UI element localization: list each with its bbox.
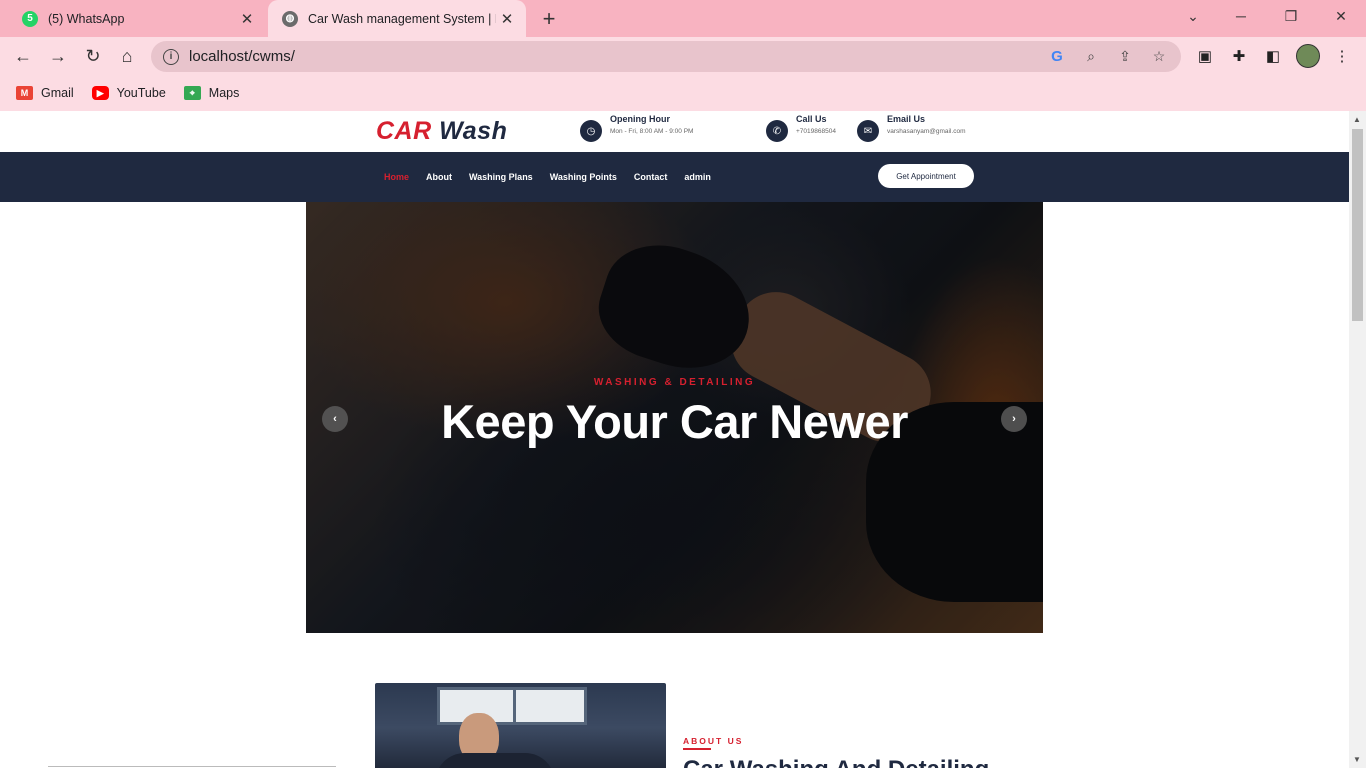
divider [48, 766, 336, 767]
logo-car: CAR [376, 117, 432, 145]
menu-icon[interactable]: ⋮ [1331, 45, 1353, 67]
info-icon[interactable]: i [163, 48, 179, 65]
hero-subtitle: WASHING & DETAILING [593, 377, 756, 388]
reload-button[interactable]: ↻ [79, 42, 107, 70]
page-viewport: CAR Wash ◷ Opening Hour Mon - Fri, 8:00 … [0, 111, 1349, 768]
share-icon[interactable]: ⇪ [1113, 45, 1137, 69]
hero-carousel: WASHING & DETAILING Keep Your Car Newer … [306, 202, 1043, 633]
youtube-icon: ▶ [91, 86, 109, 100]
bookmark-label: Maps [208, 86, 240, 100]
bookmark-gmail[interactable]: M Gmail [16, 86, 74, 100]
clock-icon: ◷ [580, 120, 602, 142]
site-logo[interactable]: CAR Wash [376, 117, 507, 146]
about-label-underline [683, 748, 711, 750]
browser-toolbar: ← → ↻ ⌂ i localhost/cwms/ G ⌕ ⇪ ☆ ▣ ✚ ◧ … [0, 37, 1366, 75]
url-text: localhost/cwms/ [189, 48, 295, 65]
window-close-button[interactable]: ✕ [1318, 0, 1364, 32]
about-photo-window-frame [513, 687, 516, 725]
call-us: ✆ Call Us +7019868504 [766, 112, 836, 142]
nav-about[interactable]: About [426, 172, 452, 182]
google-lens-icon[interactable]: G [1045, 45, 1069, 69]
info-title: Email Us [887, 114, 926, 124]
logo-wash: Wash [439, 117, 508, 145]
opening-hour: ◷ Opening Hour Mon - Fri, 8:00 AM - 9:00… [580, 112, 696, 142]
about-photo-window [437, 687, 587, 725]
home-button[interactable]: ⌂ [113, 42, 141, 70]
close-icon[interactable]: ✕ [496, 8, 518, 30]
new-tab-button[interactable]: + [536, 6, 562, 32]
hero-title: Keep Your Car Newer [441, 395, 908, 448]
carousel-next-button[interactable]: › [1001, 406, 1027, 432]
maps-icon: ⌖ [183, 86, 201, 100]
phone-icon: ✆ [766, 120, 788, 142]
scroll-thumb[interactable] [1352, 129, 1363, 321]
about-section-label: ABOUT US [683, 736, 744, 746]
about-photo-body [435, 753, 555, 768]
tab-search-icon[interactable]: ⌄ [1170, 0, 1216, 32]
restore-button[interactable]: ❐ [1268, 0, 1314, 32]
about-section-title: Car Washing And Detailing [683, 756, 989, 768]
bookmark-star-icon[interactable]: ☆ [1147, 45, 1171, 69]
info-title: Call Us [796, 114, 827, 124]
extension-icon[interactable]: ▣ [1194, 45, 1216, 67]
back-button[interactable]: ← [9, 42, 37, 70]
carousel-prev-button[interactable]: ‹ [322, 406, 348, 432]
nav-home[interactable]: Home [384, 172, 409, 182]
zoom-icon[interactable]: ⌕ [1079, 45, 1103, 69]
tab-strip: 5 (5) WhatsApp ✕ ◍ Car Wash management S… [0, 0, 1366, 37]
bookmark-youtube[interactable]: ▶ YouTube [91, 86, 166, 100]
info-sub: +7019868504 [796, 128, 836, 135]
globe-icon: ◍ [282, 10, 298, 27]
info-title: Opening Hour [610, 114, 670, 124]
page-scrollbar[interactable]: ▲ ▼ [1349, 111, 1366, 768]
nav-contact[interactable]: Contact [634, 172, 668, 182]
side-panel-icon[interactable]: ◧ [1262, 45, 1284, 67]
envelope-icon: ✉ [857, 120, 879, 142]
minimize-button[interactable]: ─ [1218, 0, 1264, 32]
email-us: ✉ Email Us varshasanyam@gmail.com [857, 112, 966, 142]
nav-links: Home About Washing Plans Washing Points … [384, 152, 728, 202]
main-navbar: Home About Washing Plans Washing Points … [0, 152, 1349, 202]
nav-washing-points[interactable]: Washing Points [550, 172, 617, 182]
about-image [375, 683, 666, 768]
tab-whatsapp[interactable]: 5 (5) WhatsApp ✕ [8, 0, 266, 37]
address-bar[interactable]: i localhost/cwms/ G ⌕ ⇪ ☆ [151, 41, 1181, 72]
forward-button[interactable]: → [44, 42, 72, 70]
gmail-icon: M [16, 86, 33, 100]
bookmark-label: Gmail [41, 86, 74, 100]
puzzle-icon[interactable]: ✚ [1228, 45, 1250, 67]
tab-car-wash[interactable]: ◍ Car Wash management System | Ho ✕ [268, 0, 526, 37]
close-icon[interactable]: ✕ [236, 8, 258, 30]
tab-title: Car Wash management System | Ho [308, 11, 496, 26]
bookmark-maps[interactable]: ⌖ Maps [183, 86, 240, 100]
nav-admin[interactable]: admin [684, 172, 711, 182]
site-header: CAR Wash ◷ Opening Hour Mon - Fri, 8:00 … [0, 111, 1349, 152]
bookmarks-bar: M Gmail ▶ YouTube ⌖ Maps [0, 75, 1366, 111]
info-sub: Mon - Fri, 8:00 AM - 9:00 PM [610, 128, 694, 135]
profile-avatar[interactable] [1296, 44, 1320, 68]
bookmark-label: YouTube [116, 86, 166, 100]
nav-washing-plans[interactable]: Washing Plans [469, 172, 533, 182]
whatsapp-icon: 5 [22, 10, 38, 27]
scroll-down-icon[interactable]: ▼ [1353, 755, 1361, 764]
info-sub: varshasanyam@gmail.com [887, 128, 966, 135]
get-appointment-button[interactable]: Get Appointment [878, 164, 974, 188]
scroll-up-icon[interactable]: ▲ [1353, 115, 1361, 124]
tab-title: (5) WhatsApp [48, 11, 125, 26]
